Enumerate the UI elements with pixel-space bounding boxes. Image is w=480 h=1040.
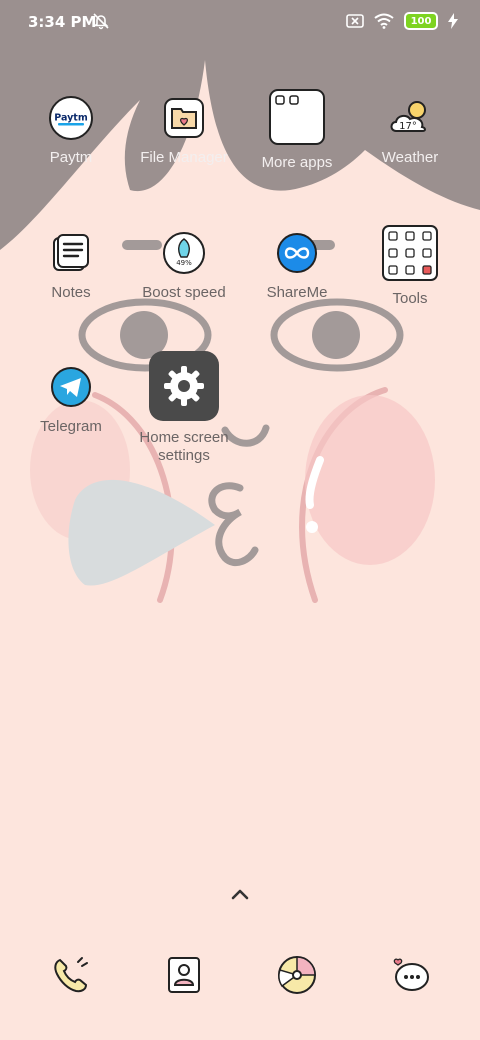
app-label: Boost speed	[142, 284, 226, 301]
charging-bolt-icon	[448, 13, 458, 29]
browser-icon[interactable]	[272, 950, 322, 1000]
battery-level: 100	[410, 15, 432, 27]
file-manager-icon	[161, 95, 207, 141]
boost-speed-icon: 49%	[161, 230, 207, 276]
app-file-manager[interactable]: File Manager	[128, 95, 240, 167]
app-tools[interactable]: Tools	[354, 224, 466, 308]
battery-indicator: 100	[404, 12, 438, 30]
app-weather[interactable]: 17° Weather	[354, 95, 466, 167]
notes-icon	[48, 230, 94, 276]
mute-bell-icon	[93, 13, 109, 30]
wifi-icon	[374, 13, 394, 29]
app-notes[interactable]: Notes	[15, 230, 127, 302]
no-sim-icon	[346, 14, 364, 28]
messages-icon[interactable]	[385, 950, 435, 1000]
gear-icon	[164, 366, 204, 406]
app-label: More apps	[261, 154, 333, 171]
chevron-up-icon[interactable]	[226, 884, 254, 904]
app-more-apps[interactable]: More apps	[241, 88, 353, 172]
app-label: Telegram	[40, 418, 102, 435]
status-time: 3:34 PM	[28, 13, 97, 31]
home-screen-settings-button[interactable]	[149, 351, 219, 421]
paytm-icon: Paytm	[48, 95, 94, 141]
tools-icon	[381, 224, 439, 282]
app-label: Weather	[381, 149, 439, 166]
boost-percent: 49%	[176, 259, 192, 267]
weather-temp: 17°	[399, 121, 417, 132]
more-apps-icon	[268, 88, 326, 146]
contacts-icon[interactable]	[159, 950, 209, 1000]
app-telegram[interactable]: Telegram	[15, 364, 127, 436]
paytm-logo-text: Paytm	[54, 113, 88, 124]
telegram-icon	[48, 364, 94, 410]
home-screen-settings-label: Home screen settings	[139, 429, 229, 464]
app-shareme[interactable]: ShareMe	[241, 230, 353, 302]
app-label: File Manager	[140, 149, 228, 166]
app-label: ShareMe	[266, 284, 328, 301]
app-boost-speed[interactable]: 49% Boost speed	[128, 230, 240, 302]
app-label: Notes	[51, 284, 91, 301]
status-bar: 3:34 PM 100	[0, 0, 480, 44]
app-label: Tools	[392, 290, 428, 307]
app-label: Paytm	[49, 149, 93, 166]
shareme-icon	[274, 230, 320, 276]
weather-icon: 17°	[387, 95, 433, 141]
app-paytm[interactable]: Paytm Paytm	[15, 95, 127, 167]
phone-icon[interactable]	[46, 950, 96, 1000]
